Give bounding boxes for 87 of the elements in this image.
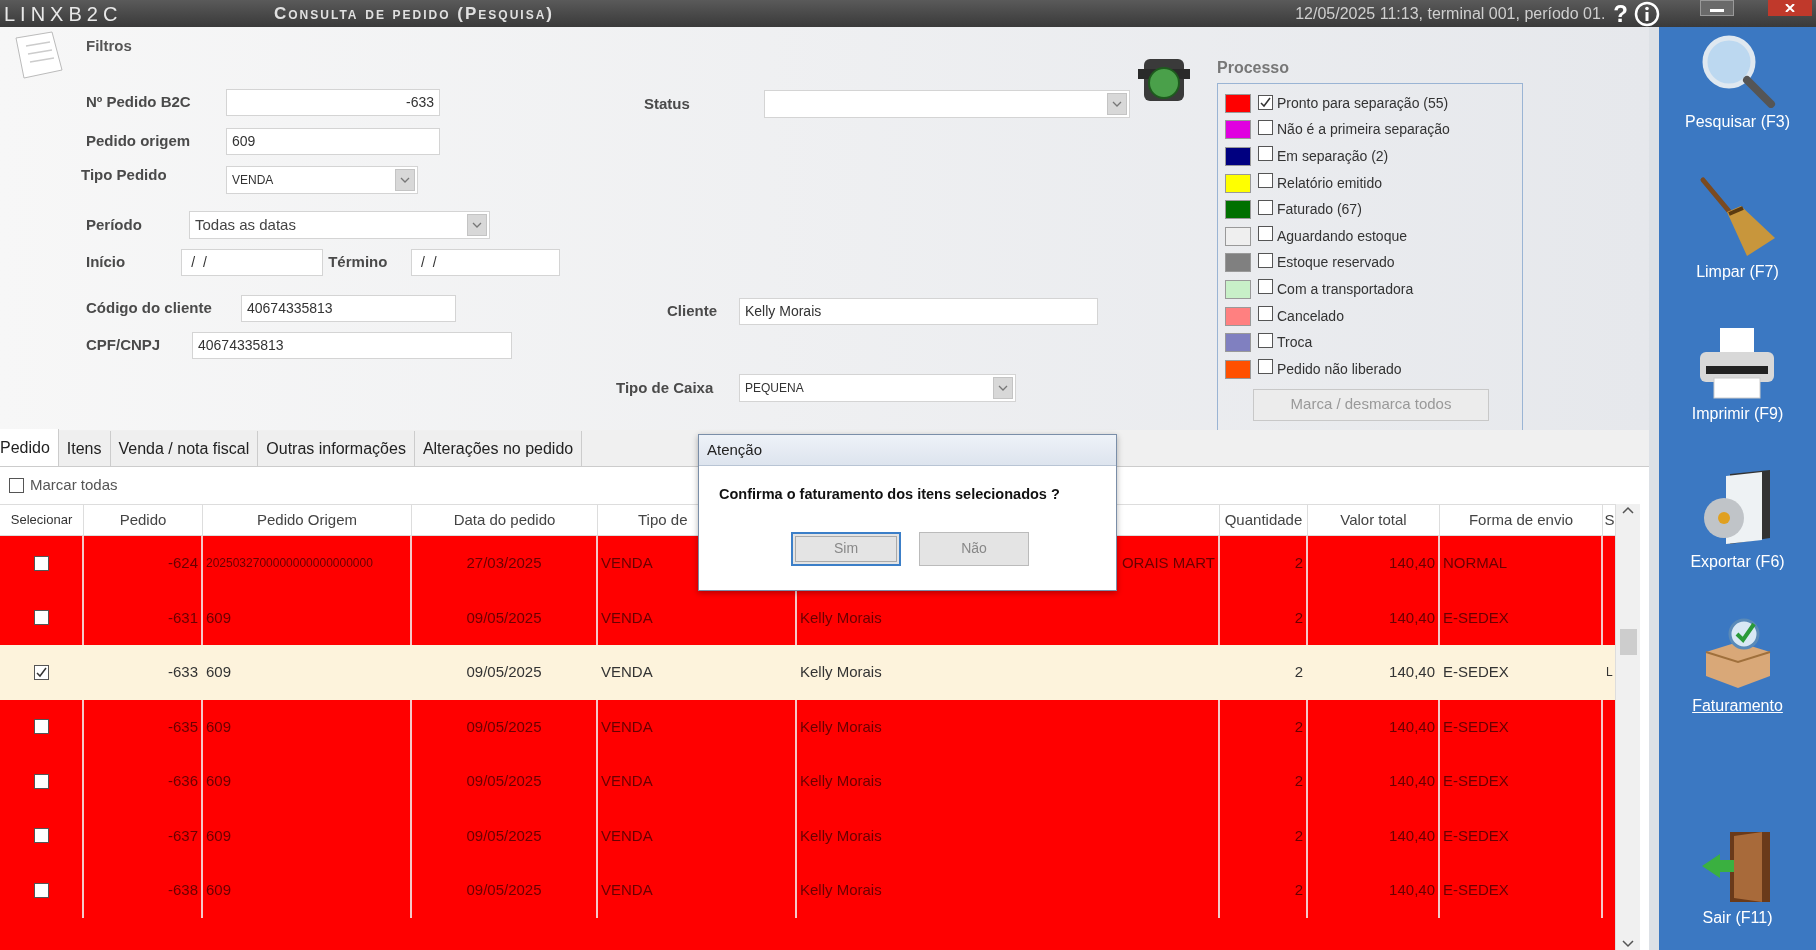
table-cell-text: 609 bbox=[206, 607, 232, 628]
table-cell-text: 609 bbox=[206, 825, 232, 846]
table-cell-text: E-SEDEX bbox=[1443, 771, 1509, 791]
table-cell-text: -633 bbox=[167, 662, 198, 682]
field-label: CPF/CNPJ bbox=[86, 335, 162, 356]
table-cell-text: -637 bbox=[167, 825, 198, 846]
window-title: Consulta de pedido (Pesquisa) bbox=[274, 2, 554, 25]
status-label: Estoque reservado bbox=[1277, 253, 1395, 273]
app-logo: LINXB2C bbox=[4, 1, 124, 27]
table-cell-text: 140,40 bbox=[1389, 662, 1435, 682]
table-cell-text: 09/05/2025 bbox=[466, 607, 542, 628]
section-heading: Processo bbox=[1217, 58, 1291, 78]
table-cell-text: Kelly Morais bbox=[800, 825, 882, 846]
table-cell-text: -631 bbox=[167, 607, 198, 628]
table-cell-text: -636 bbox=[167, 771, 198, 791]
table-cell-text: Kelly Morais bbox=[800, 716, 882, 737]
field-label: Pedido origem bbox=[86, 131, 192, 152]
field-label: Nº Pedido B2C bbox=[86, 92, 192, 113]
status-label: Com a transportadora bbox=[1277, 279, 1414, 299]
table-cell-text: 2 bbox=[1294, 825, 1303, 846]
table-cell-text: Kelly Morais bbox=[800, 662, 882, 682]
table-cell-text: VENDA bbox=[601, 662, 653, 682]
status-label: Não é a primeira separação bbox=[1277, 120, 1450, 140]
table-cell-text: E-SEDEX bbox=[1443, 825, 1509, 846]
dialog-title: Atenção bbox=[707, 439, 763, 460]
table-cell-text: Kelly Morais bbox=[800, 607, 882, 628]
status-label: Faturado (67) bbox=[1277, 200, 1362, 220]
table-cell-text: 609 bbox=[206, 771, 232, 791]
field-label: Período bbox=[86, 214, 143, 235]
table-cell-text: VENDA bbox=[601, 553, 653, 573]
table-cell-text: 2 bbox=[1294, 771, 1303, 791]
table-cell-text: 140,40 bbox=[1389, 771, 1435, 791]
table-cell-text: 609 bbox=[206, 880, 232, 900]
table-cell-text: VENDA bbox=[601, 880, 653, 900]
table-cell-text: 609 bbox=[206, 716, 232, 737]
status-label: Troca bbox=[1277, 333, 1313, 353]
table-cell-text: 2 bbox=[1294, 662, 1303, 682]
status-label: Pedido não liberado bbox=[1277, 359, 1402, 379]
table-cell-text: 140,40 bbox=[1389, 607, 1435, 628]
field-label: Término bbox=[328, 252, 389, 273]
status-label: Aguardando estoque bbox=[1277, 226, 1407, 246]
table-cell-text: NORMAL bbox=[1443, 553, 1508, 573]
table-cell-text: 140,40 bbox=[1389, 825, 1435, 846]
table-cell-text: E-SEDEX bbox=[1443, 716, 1509, 737]
table-cell-text: -638 bbox=[167, 880, 198, 900]
table-cell-text: VENDA bbox=[601, 607, 653, 628]
table-cell-text: 09/05/2025 bbox=[466, 880, 542, 900]
status-label: Relatório emitido bbox=[1277, 173, 1383, 193]
dialog-message: Confirma o faturamento dos itens selecionados ? bbox=[719, 485, 1061, 504]
table-cell-text: 09/05/2025 bbox=[466, 825, 542, 846]
table-cell-text: 140,40 bbox=[1389, 553, 1435, 573]
field-label: Status bbox=[644, 93, 691, 114]
table-cell-text: 09/05/2025 bbox=[466, 662, 542, 682]
table-cell-text: 609 bbox=[206, 662, 232, 682]
field-label: Início bbox=[86, 252, 127, 273]
mark-all-label: Marcar todas bbox=[30, 475, 118, 496]
session-info: 12/05/2025 11:13, terminal 001, período 01. bbox=[1295, 3, 1606, 24]
table-cell-text: E-SEDEX bbox=[1443, 607, 1509, 628]
table-cell-text: 2 bbox=[1294, 553, 1303, 573]
section-heading: Filtros bbox=[86, 36, 132, 56]
field-label: Código do cliente bbox=[86, 298, 213, 319]
status-label: Pronto para separação (55) bbox=[1277, 93, 1449, 113]
table-cell-text: -624 bbox=[167, 553, 198, 573]
table-cell-text: Kelly Morais bbox=[800, 880, 882, 900]
table-cell-text: 2025032700000000000000000 bbox=[206, 555, 373, 573]
table-cell-text: ORAIS MART bbox=[1121, 553, 1215, 573]
table-cell-text: E-SEDEX bbox=[1443, 880, 1509, 900]
table-cell-text: VENDA bbox=[601, 825, 653, 846]
table-cell-text: 2 bbox=[1294, 716, 1303, 737]
status-label: Cancelado bbox=[1277, 306, 1344, 326]
table-cell-text: 09/05/2025 bbox=[466, 771, 542, 791]
table-cell-text: L bbox=[1606, 664, 1613, 682]
table-cell-text: 140,40 bbox=[1389, 880, 1435, 900]
table-cell-text: VENDA bbox=[601, 716, 653, 737]
table-cell-text: 27/03/2025 bbox=[466, 553, 542, 573]
table-cell-text: 2 bbox=[1294, 607, 1303, 628]
table-cell-text: 140,40 bbox=[1389, 716, 1435, 737]
table-cell-text: 09/05/2025 bbox=[466, 716, 542, 737]
field-label: Tipo Pedido bbox=[81, 165, 168, 185]
status-label: Em separação (2) bbox=[1277, 147, 1389, 166]
table-cell-text: -635 bbox=[167, 716, 198, 737]
table-cell-text: VENDA bbox=[601, 771, 653, 791]
table-cell-text: E-SEDEX bbox=[1443, 662, 1509, 682]
field-label: Cliente bbox=[667, 301, 718, 322]
table-cell-text: 2 bbox=[1294, 880, 1303, 900]
table-cell-text: Kelly Morais bbox=[800, 771, 882, 791]
field-label: Tipo de Caixa bbox=[616, 377, 715, 398]
